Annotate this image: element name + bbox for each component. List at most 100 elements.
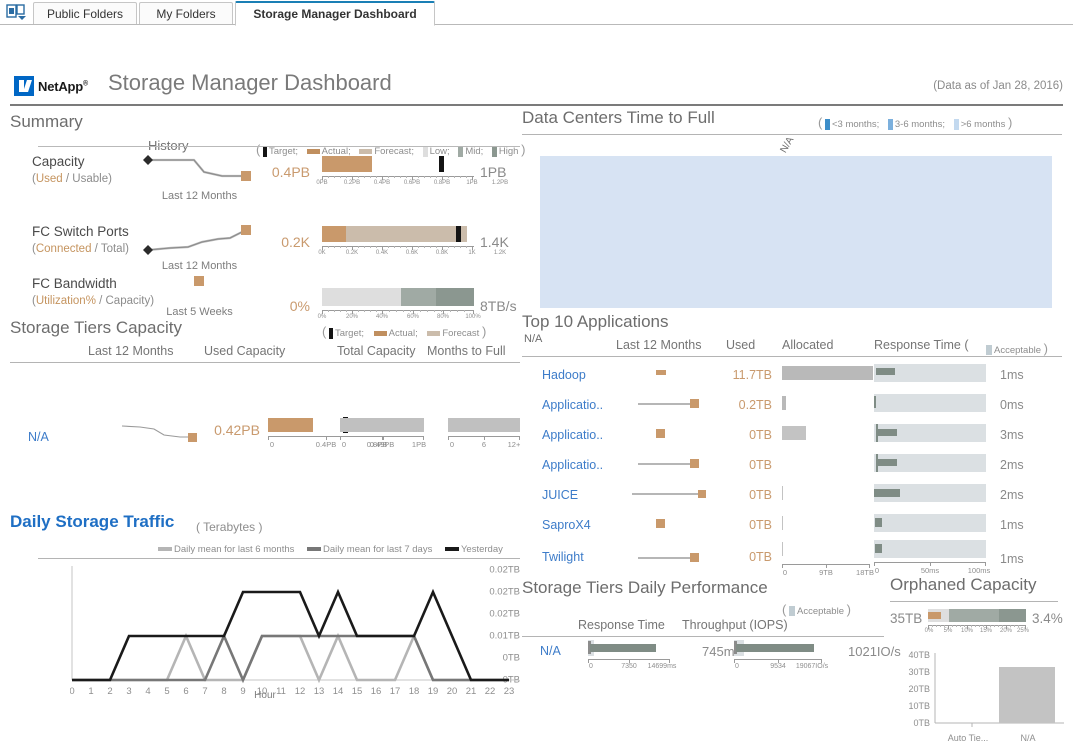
application-response-value: 3ms	[1000, 428, 1024, 442]
col-last-12-months: Last 12 Months	[88, 344, 174, 358]
total-bar	[340, 418, 424, 432]
application-response-value: 2ms	[1000, 458, 1024, 472]
tier-sparkline	[120, 416, 200, 446]
summary-spark-label: Last 5 Weeks	[166, 306, 233, 318]
target-marker	[456, 226, 461, 242]
applications-header-rule	[522, 356, 1062, 357]
orphaned-capacity-chart: 40TB 30TB 20TB 10TB 0TB Auto Tie... N/A	[898, 647, 1066, 747]
application-used: 0.2TB	[738, 398, 772, 412]
data-centers-header-rule	[522, 134, 1062, 135]
col-allocated: Allocated	[782, 338, 834, 352]
tiers-performance-row-label[interactable]: N/A	[540, 644, 561, 658]
application-name[interactable]: SaproX4	[542, 518, 591, 532]
daily-traffic-legend: Daily mean for last 6 months Daily mean …	[158, 544, 503, 555]
low-band	[322, 288, 401, 306]
tab-public-folders[interactable]: Public Folders	[33, 2, 137, 25]
legend-yesterday-swatch	[444, 547, 459, 552]
summary-row-sub: (Used / Usable)	[32, 173, 112, 185]
actual-bar	[322, 226, 346, 242]
col-response-time: Response Time (	[874, 338, 969, 352]
orphaned-capacity-header-rule	[890, 601, 1058, 602]
summary-right-value: 1PB	[480, 164, 507, 180]
acceptable-swatch	[986, 345, 992, 356]
application-response-value: 1ms	[1000, 368, 1024, 382]
throughput-bullet: 0 9534 19067IO/s	[734, 640, 842, 670]
summary-row-name: FC Bandwidth	[32, 276, 117, 291]
application-row[interactable]: Applicatio.. 0TB 3ms	[520, 424, 1065, 454]
actual-bar	[268, 418, 313, 432]
summary-left-value: 0%	[289, 298, 310, 314]
summary-row-fc-switch-ports[interactable]: FC Switch Ports (Connected / Total) Last…	[10, 224, 520, 282]
application-sparkline	[632, 482, 728, 506]
mid-band	[401, 288, 436, 306]
daily-traffic-xlabel: Hour	[254, 690, 276, 701]
application-response-value: 1ms	[1000, 518, 1024, 532]
response-time-bullet: 0 7350 14699ms	[588, 640, 696, 670]
tiers-performance-title: Storage Tiers Daily Performance	[522, 578, 768, 597]
svg-text:30TB: 30TB	[908, 667, 930, 677]
application-row[interactable]: Applicatio.. 0TB 2ms	[520, 454, 1065, 484]
summary-row-capacity[interactable]: Capacity (Used / Usable) Last 12 Months …	[10, 154, 520, 212]
application-row[interactable]: Twilight 0TB 0 9TB 18TB 0 50ms 100ms 1ms	[520, 540, 1065, 577]
orphaned-left-value: 35TB	[890, 611, 923, 626]
top-applications-panel: Top 10 Applications Last 12 Months Used …	[520, 312, 1065, 577]
application-response-bar	[874, 394, 986, 416]
svg-text:N/A: N/A	[1020, 733, 1035, 743]
netapp-logo: NetApp®	[14, 75, 102, 97]
application-sparkline	[632, 546, 728, 570]
tier-total-bullet: 0 0.49PB 1PB	[340, 418, 440, 449]
orphaned-bar-na	[999, 667, 1055, 723]
orphaned-capacity-title: Orphaned Capacity	[890, 575, 1037, 594]
application-used: 11.7TB	[732, 368, 772, 382]
application-response-bar: 0 50ms 100ms	[874, 540, 990, 575]
application-name[interactable]: Twilight	[542, 550, 584, 564]
summary-sparkline-fc-ports	[142, 220, 257, 260]
tiers-daily-performance-panel: Storage Tiers Daily Performance ( Accept…	[520, 578, 901, 753]
application-name[interactable]: Hadoop	[542, 368, 586, 382]
col-total-capacity: Total Capacity	[337, 344, 416, 358]
summary-right-value: 1.4K	[480, 234, 509, 250]
application-sparkline	[632, 452, 728, 476]
folder-tabs-icon[interactable]	[6, 3, 28, 21]
tier-used-value: 0.42PB	[214, 422, 260, 438]
data-as-of-label: (Data as of Jan 28, 2016)	[933, 80, 1063, 92]
application-sparkline	[632, 392, 728, 416]
acceptable-swatch	[788, 606, 795, 617]
application-response-value: 2ms	[1000, 488, 1024, 502]
legend-7days-swatch	[307, 547, 322, 552]
legend-6months-swatch	[158, 547, 172, 552]
summary-left-value: 0.4PB	[271, 164, 310, 180]
tab-storage-manager-dashboard[interactable]: Storage Manager Dashboard	[235, 1, 435, 26]
data-centers-column-label: N/A	[778, 135, 797, 155]
col-response-time: Response Time	[578, 618, 665, 632]
summary-spark-label: Last 12 Months	[161, 260, 238, 272]
application-name[interactable]: Applicatio..	[542, 428, 603, 442]
high-band	[999, 609, 1026, 622]
application-name[interactable]: Applicatio..	[542, 398, 603, 412]
summary-row-sub: (Connected / Total)	[32, 243, 129, 255]
application-row[interactable]: Hadoop 11.7TB 1ms	[520, 364, 1065, 394]
page-title: Storage Manager Dashboard	[108, 70, 392, 95]
orphaned-right-value: 3.4%	[1032, 611, 1063, 626]
svg-text:40TB: 40TB	[908, 650, 930, 660]
daily-traffic-unit: ( Terabytes )	[196, 520, 263, 534]
mid-band	[949, 609, 999, 622]
3to6-months-swatch	[887, 118, 893, 130]
application-used: 0TB	[749, 518, 772, 532]
daily-traffic-title: Daily Storage Traffic	[10, 512, 175, 531]
tier-name[interactable]: N/A	[28, 430, 49, 444]
top-applications-title: Top 10 Applications	[522, 312, 669, 331]
application-row[interactable]: JUICE 0TB 2ms	[520, 484, 1065, 514]
col-used-capacity: Used Capacity	[204, 344, 286, 358]
actual-bar	[928, 612, 941, 619]
application-used: 0TB	[749, 550, 772, 564]
tab-my-folders[interactable]: My Folders	[139, 2, 233, 25]
summary-sparkline-capacity	[142, 150, 257, 190]
summary-row-name: FC Switch Ports	[32, 224, 129, 239]
application-name[interactable]: Applicatio..	[542, 458, 603, 472]
summary-bullet-fc-ports: 0K 0.2K 0.4K 0.6K 0.8K 1K 1.2K	[318, 226, 506, 260]
application-row[interactable]: Applicatio.. 0.2TB 0ms	[520, 394, 1065, 424]
orphaned-capacity-panel: Orphaned Capacity 35TB 0% 5% 10% 15% 20%…	[890, 575, 1073, 753]
application-name[interactable]: JUICE	[542, 488, 578, 502]
data-centers-heatmap-cell[interactable]	[540, 156, 1052, 308]
